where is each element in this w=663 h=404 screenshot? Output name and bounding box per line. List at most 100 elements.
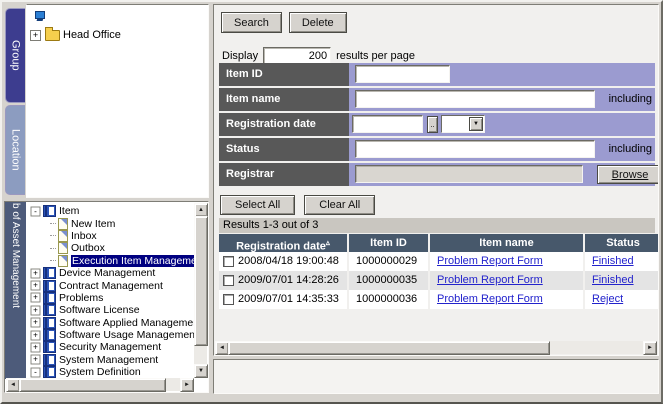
vertical-scrollbar[interactable]: ▲ ▼ <box>194 203 208 378</box>
horizontal-scroll-thumb[interactable] <box>228 341 550 355</box>
column-header-registration-date[interactable]: Registration date▵ <box>219 234 347 253</box>
tree-item-software-applied-management[interactable]: + Software Applied Management <box>26 316 194 329</box>
tree-item-label: Outbox <box>71 242 105 255</box>
row-checkbox[interactable] <box>223 294 234 305</box>
page-icon <box>58 254 68 267</box>
table-row: 2009/07/01 14:35:33 1000000036 Problem R… <box>219 290 658 309</box>
dropdown-arrow-icon[interactable]: ▼ <box>469 117 483 131</box>
results-table: Registration date▵ Item ID Item name Sta… <box>219 234 658 309</box>
tree-item-contract-management[interactable]: + Contract Management <box>26 279 194 292</box>
tree-item-label: System Management <box>59 353 159 366</box>
table-header-row: Registration date▵ Item ID Item name Sta… <box>219 234 658 253</box>
item-name-input[interactable] <box>355 90 595 108</box>
horizontal-scrollbar[interactable]: ◄ ► <box>6 378 194 392</box>
table-row: 2008/04/18 19:00:48 1000000029 Problem R… <box>219 252 658 271</box>
expander-plus-icon[interactable]: + <box>30 317 41 328</box>
status-link[interactable]: Reject <box>592 290 623 309</box>
tree-item-software-usage-management[interactable]: + Software Usage Management <box>26 329 194 342</box>
expander-minus-icon[interactable]: - <box>30 367 41 378</box>
form-row-registrar: Registrar Browse <box>219 163 658 186</box>
tree-item-device-management[interactable]: + Device Management <box>26 267 194 280</box>
scroll-left-button[interactable]: ◄ <box>6 378 20 392</box>
expander-plus-icon[interactable]: + <box>30 330 41 341</box>
tree-item-label: Problems <box>59 291 104 304</box>
book-icon <box>43 341 56 354</box>
item-id-input[interactable] <box>355 65 450 83</box>
book-icon <box>43 304 56 317</box>
row-checkbox[interactable] <box>223 256 234 267</box>
tree-item-security-management[interactable]: + Security Management <box>26 341 194 354</box>
form-row-registration-date: Registration date .. ▼ <box>219 113 655 136</box>
root-node-icon[interactable] <box>33 10 46 23</box>
column-header-item-id[interactable]: Item ID <box>349 234 428 252</box>
tree-item-label: New Item <box>71 217 116 230</box>
tree-connector <box>50 223 56 225</box>
row-checkbox[interactable] <box>223 275 234 286</box>
tree-item-execution-item-management[interactable]: Execution Item Management <box>26 254 194 267</box>
column-header-status[interactable]: Status <box>585 234 658 252</box>
tree-item-label: Software Usage Management <box>59 329 194 342</box>
browse-button-label: Browse <box>611 168 649 181</box>
tree-item-inbox[interactable]: Inbox <box>26 229 194 242</box>
scroll-right-button[interactable]: ► <box>180 378 194 392</box>
results-per-page-label: results per page <box>336 50 415 62</box>
status-link[interactable]: Finished <box>592 252 634 271</box>
tree-connector <box>50 260 56 262</box>
sidebar-vertical-label: b of Asset Management <box>5 202 26 379</box>
tree-item-head-office[interactable]: + Head Office <box>30 26 208 41</box>
date-picker-button[interactable]: .. <box>427 116 438 133</box>
item-name-link[interactable]: Problem Report Form <box>437 252 543 271</box>
item-name-link[interactable]: Problem Report Form <box>437 290 543 309</box>
tree-item-new-item[interactable]: New Item <box>26 217 194 230</box>
tree-item-problems[interactable]: + Problems <box>26 291 194 304</box>
expander-plus-icon[interactable]: + <box>30 268 41 279</box>
registration-date-input[interactable] <box>352 115 423 133</box>
status-link[interactable]: Finished <box>592 271 634 290</box>
book-icon <box>43 291 56 304</box>
expander-plus-icon[interactable]: + <box>30 342 41 353</box>
scroll-left-button[interactable]: ◄ <box>215 341 229 355</box>
tree-item-system-management[interactable]: + System Management <box>26 353 194 366</box>
search-button[interactable]: Search <box>221 12 282 33</box>
expander-plus-icon[interactable]: + <box>30 305 41 316</box>
tree-item-software-license[interactable]: + Software License <box>26 304 194 317</box>
expander-plus-icon[interactable]: + <box>30 280 41 291</box>
group-tree: + Head Office <box>26 4 209 198</box>
select-all-button[interactable]: Select All <box>220 195 296 215</box>
vertical-scroll-thumb[interactable] <box>194 216 208 346</box>
tree-item-outbox[interactable]: Outbox <box>26 242 194 255</box>
scroll-right-button[interactable]: ► <box>643 341 657 355</box>
horizontal-scroll-thumb[interactable] <box>19 378 166 392</box>
browse-button[interactable]: Browse <box>597 165 658 184</box>
scroll-up-button[interactable]: ▲ <box>194 203 208 217</box>
tree-item-system-definition[interactable]: - System Definition <box>26 366 194 378</box>
clear-all-button[interactable]: Clear All <box>304 195 376 215</box>
registrar-label: Registrar <box>219 163 349 186</box>
expander-plus-icon[interactable]: + <box>30 354 41 365</box>
delete-button[interactable]: Delete <box>288 12 347 33</box>
tree-item-label: Contract Management <box>59 279 163 292</box>
book-icon <box>43 205 56 218</box>
column-header-item-name[interactable]: Item name <box>430 234 583 252</box>
display-label: Display <box>222 50 259 62</box>
status-label: Status <box>219 138 349 161</box>
status-input[interactable] <box>355 140 595 158</box>
expander-plus-icon[interactable]: + <box>30 29 41 41</box>
book-icon <box>43 267 56 280</box>
horizontal-scrollbar[interactable]: ◄ ► <box>215 341 657 355</box>
tree-item-label: Inbox <box>71 229 97 242</box>
results-summary: Results 1-3 out of 3 <box>219 218 655 233</box>
tab-group[interactable]: Group <box>5 8 25 103</box>
tab-location[interactable]: Location <box>5 105 25 195</box>
tree-item-item[interactable]: - Item <box>26 205 194 218</box>
tree-connector <box>50 235 56 237</box>
expander-plus-icon[interactable]: + <box>30 292 41 303</box>
book-icon <box>43 366 56 378</box>
item-id-cell: 1000000036 <box>349 290 428 309</box>
item-name-link[interactable]: Problem Report Form <box>437 271 543 290</box>
scroll-down-button[interactable]: ▼ <box>194 364 208 378</box>
vertical-tab-strip: Group Location <box>4 4 26 198</box>
tree-item-label: Software Applied Management <box>59 316 194 329</box>
date-condition-select[interactable]: ▼ <box>441 115 485 133</box>
expander-minus-icon[interactable]: - <box>30 206 41 217</box>
